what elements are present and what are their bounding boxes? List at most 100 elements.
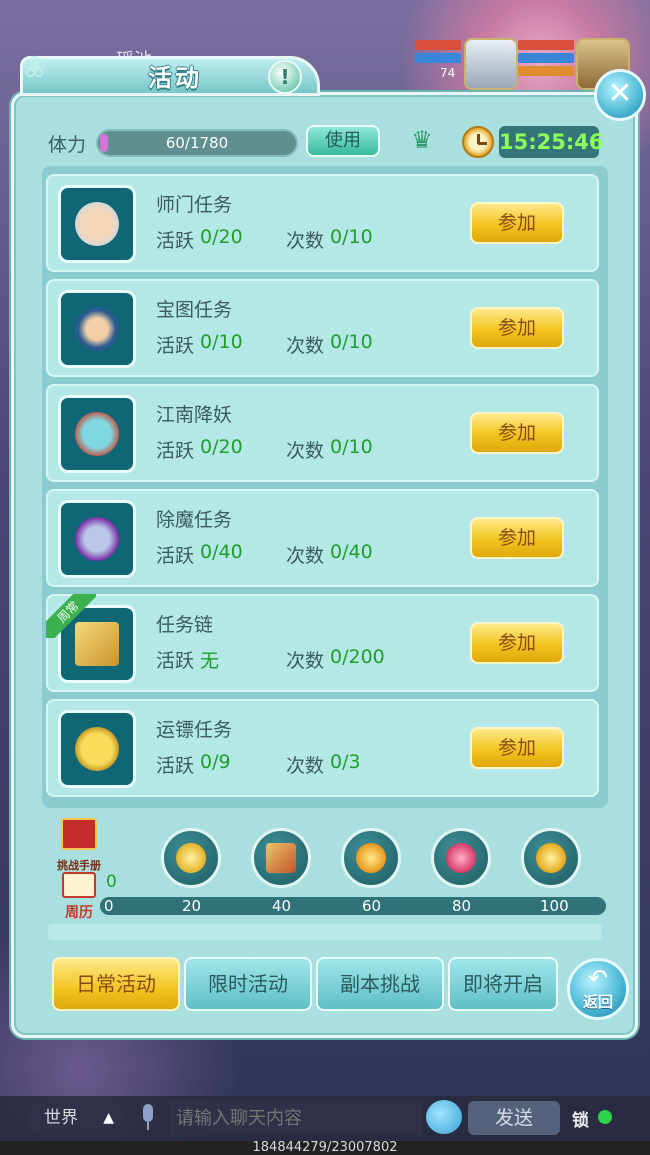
gold-coin-icon: [536, 843, 566, 873]
weekly-badge-text: 周常: [46, 594, 96, 638]
channel-label: 世界: [44, 1108, 78, 1128]
activity-name: 师门任务: [156, 194, 233, 216]
handbook-label: 挑战手册: [57, 859, 101, 872]
back-button[interactable]: ↶ 返回: [567, 958, 629, 1020]
count-value: 0/10: [330, 226, 373, 248]
activity-points: 0: [106, 872, 117, 892]
divider: [48, 924, 602, 940]
pet-status-bars: [518, 40, 574, 79]
send-button[interactable]: 发送: [468, 1101, 560, 1135]
join-button[interactable]: 参加: [470, 517, 564, 559]
join-button[interactable]: 参加: [470, 412, 564, 454]
emoji-icon[interactable]: [426, 1100, 462, 1134]
footer-status: 184844279/23007802: [0, 1141, 650, 1155]
progress-tick: 80: [452, 897, 472, 915]
activity-name: 宝图任务: [156, 299, 233, 321]
trophy-icon[interactable]: ♛: [406, 126, 438, 156]
progress-tick: 100: [540, 897, 569, 915]
count-label: 次数: [286, 650, 325, 672]
activity-list[interactable]: 师门任务 活跃 0/20 次数 0/10 参加 宝图任务 活跃 0/10 次数 …: [42, 166, 608, 808]
chat-input[interactable]: [170, 1101, 422, 1135]
weekly-badge: 周常: [46, 594, 96, 638]
reward-scroll[interactable]: [251, 828, 311, 888]
join-button[interactable]: 参加: [470, 307, 564, 349]
count-label: 次数: [286, 335, 325, 357]
weekly-calendar-button[interactable]: 周历: [56, 872, 102, 921]
activity-name: 任务链: [156, 614, 214, 636]
count-label: 次数: [286, 230, 325, 252]
join-button[interactable]: 参加: [470, 202, 564, 244]
progress-tick: 20: [182, 897, 202, 915]
progress-tick: 40: [272, 897, 292, 915]
active-value: 0/9: [200, 751, 231, 773]
activity-row-renwulian: 周常 任务链 活跃 无 次数 0/200 参加: [46, 594, 599, 692]
count-value: 0/10: [330, 436, 373, 458]
clock-icon: [462, 126, 494, 158]
microphone-icon[interactable]: [138, 1104, 158, 1132]
activity-name: 江南降妖: [156, 404, 233, 426]
activity-row-yunbiao: 运镖任务 活跃 0/9 次数 0/3 参加: [46, 699, 599, 797]
challenge-handbook-button[interactable]: 挑战手册: [56, 818, 102, 872]
pink-orb-icon: [446, 843, 476, 873]
goblin-icon: [58, 395, 136, 473]
stamina-value: 60/1780: [165, 134, 229, 152]
peach-icon: [176, 843, 206, 873]
panel-title: 活动: [148, 64, 202, 92]
handbook-icon: [61, 818, 97, 850]
join-button[interactable]: 参加: [470, 622, 564, 664]
active-label: 活跃: [156, 545, 195, 567]
player-level: 74: [440, 66, 456, 80]
count-value: 0/3: [330, 751, 361, 773]
activity-progress-bar: 0 20 40 60 80 100: [100, 897, 606, 915]
activity-row-jiangnan: 江南降妖 活跃 0/20 次数 0/10 参加: [46, 384, 599, 482]
chevron-up-icon: ▲: [103, 1110, 114, 1126]
lock-label: 锁: [572, 1111, 589, 1131]
calendar-icon: [62, 872, 96, 898]
active-label: 活跃: [156, 650, 195, 672]
count-value: 0/40: [330, 541, 373, 563]
count-label: 次数: [286, 755, 325, 777]
back-label: 返回: [582, 993, 613, 1011]
help-icon[interactable]: !: [268, 60, 302, 94]
active-value: 0/10: [200, 331, 243, 353]
calendar-label: 周历: [65, 905, 93, 921]
escort-coin-icon: [58, 710, 136, 788]
active-label: 活跃: [156, 440, 195, 462]
reward-gold-coin[interactable]: [521, 828, 581, 888]
stamina-bar: 60/1780: [96, 129, 298, 157]
use-button[interactable]: 使用: [306, 125, 380, 157]
star-gem-icon: [356, 843, 386, 873]
count-value: 0/200: [330, 646, 385, 668]
pet-avatar[interactable]: [464, 38, 518, 90]
activity-name: 运镖任务: [156, 719, 233, 741]
tab-upcoming[interactable]: 即将开启: [448, 957, 558, 1011]
activity-row-chumo: 除魔任务 活跃 0/40 次数 0/40 参加: [46, 489, 599, 587]
reward-star-gem[interactable]: [341, 828, 401, 888]
activity-row-shimen: 师门任务 活跃 0/20 次数 0/10 参加: [46, 174, 599, 272]
tab-dungeon[interactable]: 副本挑战: [316, 957, 444, 1011]
old-master-icon: [58, 185, 136, 263]
stamina-label: 体力: [48, 134, 87, 156]
reward-pink-orb[interactable]: [431, 828, 491, 888]
lotus-icon: ❀: [22, 50, 48, 85]
hud-status-bars: [415, 40, 461, 66]
active-label: 活跃: [156, 230, 195, 252]
active-value: 0/40: [200, 541, 243, 563]
progress-tick: 0: [104, 897, 114, 915]
active-value: 0/20: [200, 436, 243, 458]
tab-limited[interactable]: 限时活动: [184, 957, 312, 1011]
active-value: 无: [200, 650, 220, 672]
join-button[interactable]: 参加: [470, 727, 564, 769]
count-label: 次数: [286, 545, 325, 567]
active-value: 0/20: [200, 226, 243, 248]
active-label: 活跃: [156, 755, 195, 777]
tab-daily[interactable]: 日常活动: [52, 957, 180, 1011]
count-value: 0/10: [330, 331, 373, 353]
scroll-icon: [266, 843, 296, 873]
chat-channel-select[interactable]: 世界 ▲: [28, 1102, 124, 1134]
close-icon: ✕: [607, 76, 633, 111]
activity-name: 除魔任务: [156, 509, 233, 531]
reward-peach[interactable]: [161, 828, 221, 888]
close-button[interactable]: ✕: [594, 69, 646, 121]
lock-toggle[interactable]: [598, 1110, 612, 1124]
